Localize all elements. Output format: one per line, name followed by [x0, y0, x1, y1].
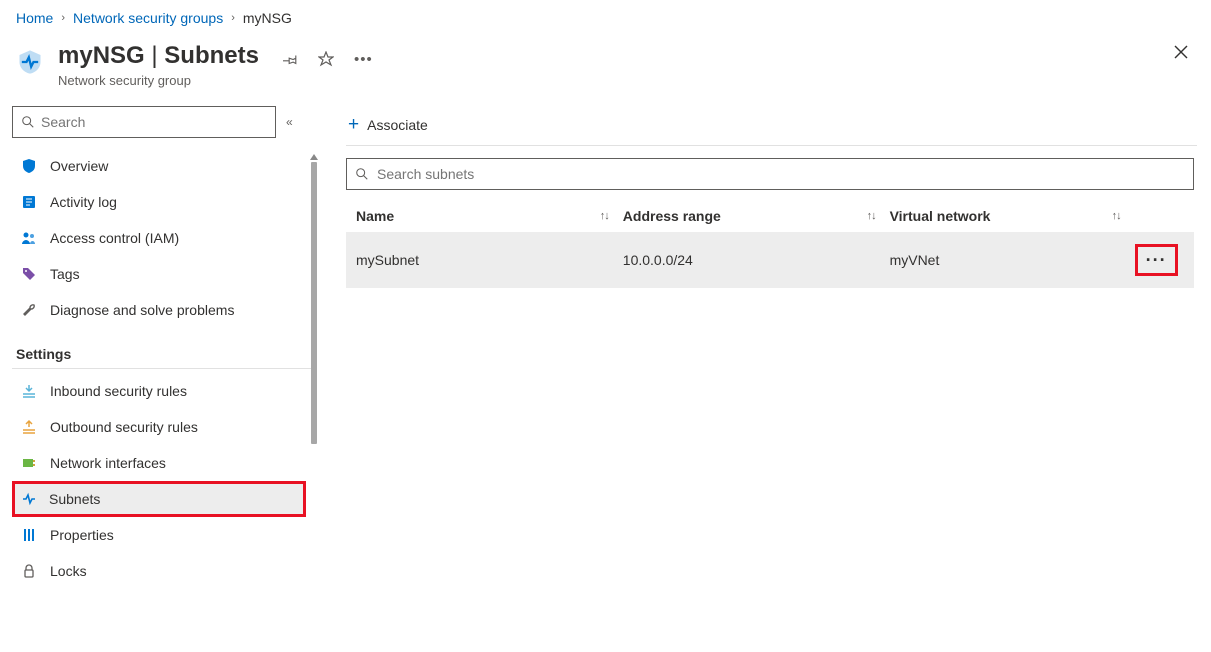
more-commands-button[interactable]: •••	[352, 49, 375, 70]
sidebar-item-inbound-rules[interactable]: Inbound security rules	[12, 373, 306, 409]
sidebar-item-label: Tags	[50, 266, 80, 282]
sort-icon: ↑↓	[600, 210, 609, 222]
ellipsis-icon: ···	[1146, 251, 1167, 269]
sidebar-item-label: Access control (IAM)	[50, 230, 179, 246]
sidebar-item-label: Outbound security rules	[50, 419, 198, 435]
subnet-icon	[21, 491, 37, 507]
sidebar-scrollbar[interactable]	[310, 154, 318, 454]
chevron-right-icon: ›	[231, 12, 235, 24]
outbound-icon	[20, 418, 38, 436]
sidebar-search-input[interactable]	[41, 114, 267, 130]
inbound-icon	[20, 382, 38, 400]
sidebar-section-settings: Settings	[12, 336, 316, 369]
table-row[interactable]: mySubnet 10.0.0.0/24 myVNet ···	[346, 232, 1194, 288]
sidebar-item-locks[interactable]: Locks	[12, 553, 306, 589]
sidebar-item-label: Activity log	[50, 194, 117, 210]
tag-icon	[20, 265, 38, 283]
nic-icon	[20, 454, 38, 472]
sidebar-item-network-interfaces[interactable]: Network interfaces	[12, 445, 306, 481]
page-header: myNSG | Subnets ••• Network security gro…	[0, 34, 1211, 88]
sidebar-item-label: Subnets	[49, 491, 100, 507]
cell-name: mySubnet	[356, 252, 623, 268]
people-icon	[20, 229, 38, 247]
close-button[interactable]	[1169, 40, 1193, 64]
associate-button[interactable]: + Associate	[346, 110, 430, 140]
sidebar-search[interactable]	[12, 106, 276, 138]
page-title: myNSG | Subnets	[58, 42, 259, 71]
column-header-name[interactable]: Name ↑↓	[356, 208, 623, 224]
pin-button[interactable]	[281, 50, 300, 69]
subnet-search[interactable]	[346, 158, 1194, 190]
cell-address-range: 10.0.0.0/24	[623, 252, 890, 268]
search-icon	[355, 167, 369, 181]
sidebar: « Overview Activity log	[0, 106, 320, 589]
search-icon	[21, 115, 35, 129]
breadcrumb-nsg-list[interactable]: Network security groups	[73, 10, 223, 26]
log-icon	[20, 193, 38, 211]
sidebar-item-outbound-rules[interactable]: Outbound security rules	[12, 409, 306, 445]
plus-icon: +	[348, 114, 359, 136]
sidebar-item-diagnose[interactable]: Diagnose and solve problems	[12, 292, 306, 328]
page-subtitle: Network security group	[58, 73, 375, 88]
favorite-button[interactable]	[316, 49, 336, 69]
command-bar: + Associate	[346, 106, 1197, 146]
subnet-search-input[interactable]	[377, 166, 1185, 182]
sidebar-item-overview[interactable]: Overview	[12, 148, 306, 184]
sort-icon: ↑↓	[1112, 210, 1121, 222]
nsg-icon	[16, 48, 44, 76]
sidebar-item-label: Diagnose and solve problems	[50, 302, 234, 318]
properties-icon	[20, 526, 38, 544]
sidebar-item-label: Network interfaces	[50, 455, 166, 471]
chevron-right-icon: ›	[61, 12, 65, 24]
shield-icon	[20, 157, 38, 175]
breadcrumb-current: myNSG	[243, 10, 292, 26]
column-header-address-range[interactable]: Address range ↑↓	[623, 208, 890, 224]
row-actions-button[interactable]: ···	[1135, 244, 1178, 276]
lock-icon	[20, 562, 38, 580]
sidebar-item-subnets[interactable]: Subnets	[12, 481, 306, 517]
sidebar-item-tags[interactable]: Tags	[12, 256, 306, 292]
column-header-virtual-network[interactable]: Virtual network ↑↓	[890, 208, 1135, 224]
sidebar-item-properties[interactable]: Properties	[12, 517, 306, 553]
cell-virtual-network: myVNet	[890, 252, 1135, 268]
sidebar-item-label: Inbound security rules	[50, 383, 187, 399]
sidebar-item-label: Properties	[50, 527, 114, 543]
wrench-icon	[20, 301, 38, 319]
table-header: Name ↑↓ Address range ↑↓ Virtual network…	[346, 200, 1194, 232]
breadcrumb: Home › Network security groups › myNSG	[0, 0, 1211, 34]
sidebar-item-activity-log[interactable]: Activity log	[12, 184, 306, 220]
sort-icon: ↑↓	[867, 210, 876, 222]
sidebar-item-label: Locks	[50, 563, 87, 579]
sidebar-item-label: Overview	[50, 158, 108, 174]
breadcrumb-home[interactable]: Home	[16, 10, 53, 26]
main-content: + Associate Name ↑↓ Address range ↑↓	[320, 106, 1211, 589]
sidebar-item-access-control[interactable]: Access control (IAM)	[12, 220, 306, 256]
collapse-sidebar-button[interactable]: «	[286, 115, 291, 129]
subnets-table: Name ↑↓ Address range ↑↓ Virtual network…	[346, 200, 1194, 288]
